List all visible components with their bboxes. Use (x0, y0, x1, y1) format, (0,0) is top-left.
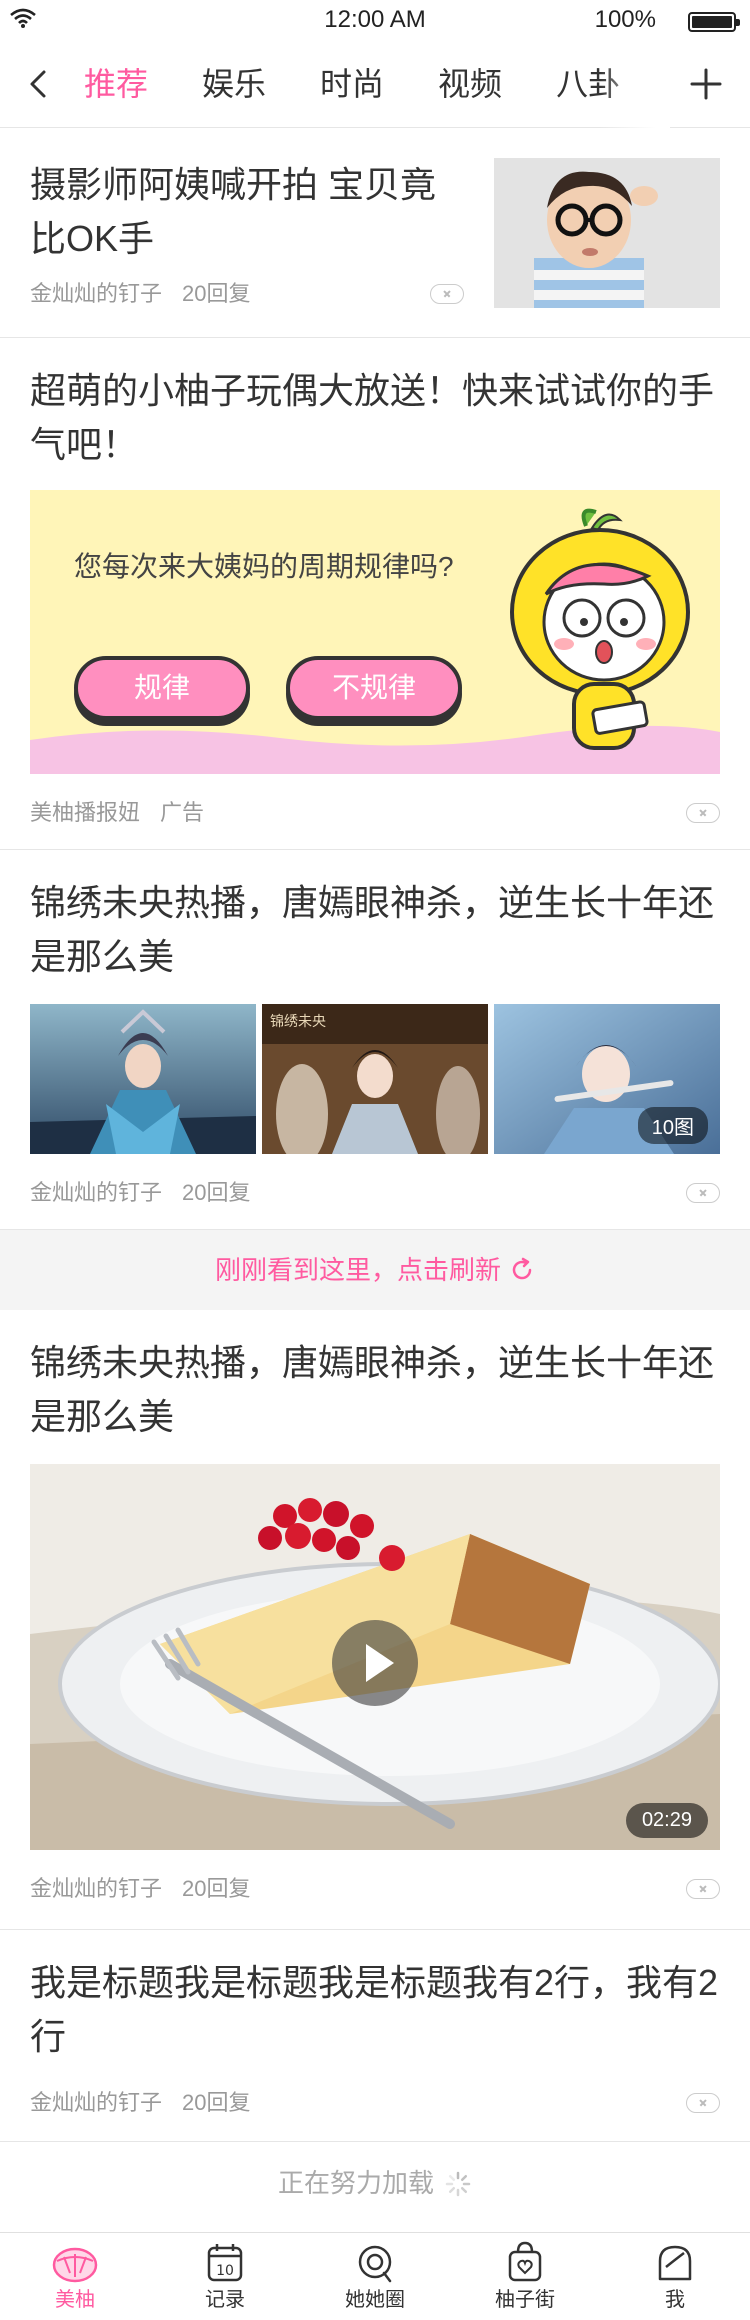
article-replies: 20回复 (182, 2090, 251, 2115)
tab-video[interactable]: 视频 (438, 40, 502, 128)
category-tabs: 推荐 娱乐 时尚 视频 八卦 (84, 40, 664, 128)
ad-question: 您每次来大姨妈的周期规律吗? (74, 551, 454, 582)
refresh-bar[interactable]: 刚刚看到这里，点击刷新 (0, 1230, 750, 1310)
article-replies: 20回复 (182, 281, 251, 306)
irregular-button[interactable]: 不规律 (286, 656, 462, 720)
bottom-tab-label: 柚子街 (495, 2289, 555, 2311)
dismiss-icon[interactable] (686, 1879, 720, 1899)
article-card[interactable]: 摄影师阿姨喊开拍 宝贝竟比OK手 金灿灿的钉子 20回复 (0, 128, 750, 338)
back-icon[interactable] (20, 62, 60, 106)
bottom-tab-label: 她她圈 (345, 2289, 405, 2311)
bottom-tab-shop[interactable]: 柚子街 (450, 2233, 600, 2320)
top-nav: 推荐 娱乐 时尚 视频 八卦 (0, 40, 750, 128)
svg-text:10: 10 (216, 2263, 234, 2279)
article-meta: 金灿灿的钉子 20回复 (30, 1154, 720, 1232)
meiyou-icon (52, 2247, 98, 2283)
add-channel-icon[interactable] (684, 62, 728, 106)
loading-indicator: 正在努力加载 (0, 2142, 750, 2224)
article-title: 摄影师阿姨喊开拍 宝贝竟比OK手 (30, 164, 437, 259)
pomelo-mascot-icon (510, 508, 690, 750)
tab-recommend[interactable]: 推荐 (84, 40, 148, 128)
battery-icon (688, 12, 740, 32)
video-article-card[interactable]: 锦绣未央热播，唐嫣眼神杀，逆生长十年还是那么美 02:29 金灿灿的钉子 20回… (0, 1310, 750, 1930)
feed: 摄影师阿姨喊开拍 宝贝竟比OK手 金灿灿的钉子 20回复 超萌的小柚子玩偶大放送！ (0, 128, 750, 2224)
bottom-tab-label: 记录 (205, 2289, 245, 2311)
svg-text:锦绣未央: 锦绣未央 (270, 1013, 326, 1030)
article-image-row: 锦绣未央 10图 (30, 1004, 720, 1154)
article-meta: 金灿灿的钉子 20回复 (30, 1850, 720, 1928)
tab-fashion[interactable]: 时尚 (320, 40, 384, 128)
bottom-tab-me[interactable]: 我 (600, 2233, 750, 2320)
image-count-badge: 10图 (637, 1107, 708, 1144)
article-replies: 20回复 (182, 1876, 251, 1901)
community-icon (358, 2245, 392, 2283)
video-duration: 02:29 (625, 1803, 708, 1838)
tabs-fade (600, 40, 670, 128)
article-card[interactable]: 我是标题我是标题我是标题我有2行，我有2行 金灿灿的钉子 20回复 (0, 1930, 750, 2142)
article-image: 锦绣未央 (262, 1004, 488, 1154)
dismiss-icon[interactable] (430, 284, 464, 304)
bottom-tab-bar: 美柚 10 记录 她她圈 柚子街 我 (0, 2232, 750, 2320)
bottom-tab-community[interactable]: 她她圈 (300, 2233, 450, 2320)
ad-card[interactable]: 超萌的小柚子玩偶大放送！快来试试你的手气吧！ 您每次来大姨妈的周期规律吗? 规律… (0, 338, 750, 850)
regular-button[interactable]: 规律 (74, 656, 250, 720)
article-author: 金灿灿的钉子 (30, 1180, 163, 1205)
loading-text: 正在努力加载 (277, 2168, 434, 2198)
ad-title: 超萌的小柚子玩偶大放送！快来试试你的手气吧！ (30, 370, 715, 465)
article-author: 金灿灿的钉子 (30, 2090, 163, 2115)
bottom-tab-label: 我 (665, 2289, 685, 2311)
article-image (30, 1004, 256, 1154)
dismiss-icon[interactable] (686, 803, 720, 823)
profile-icon (658, 2245, 692, 2281)
status-bar: 12:00 AM 100% (0, 0, 750, 40)
article-title: 锦绣未央热播，唐嫣眼神杀，逆生长十年还是那么美 (30, 882, 715, 977)
bottom-tab-record[interactable]: 10 记录 (150, 2233, 300, 2320)
shop-bag-icon (508, 2241, 542, 2282)
article-title: 锦绣未央热播，唐嫣眼神杀，逆生长十年还是那么美 (30, 1342, 715, 1437)
ad-source: 美柚播报妞 (30, 800, 141, 825)
article-meta: 金灿灿的钉子 20回复 (30, 255, 464, 333)
dismiss-icon[interactable] (686, 2093, 720, 2113)
article-author: 金灿灿的钉子 (30, 1876, 163, 1901)
article-thumbnail (494, 158, 720, 308)
spinner-icon (445, 2171, 471, 2197)
ad-label: 广告 (160, 800, 205, 825)
battery-percent: 100% (594, 6, 656, 33)
calendar-icon: 10 (207, 2244, 243, 2282)
ad-banner[interactable]: 您每次来大姨妈的周期规律吗? 规律 不规律 (30, 490, 720, 774)
tab-entertainment[interactable]: 娱乐 (202, 40, 266, 128)
ad-meta: 美柚播报妞 广告 (30, 774, 720, 852)
article-card[interactable]: 锦绣未央热播，唐嫣眼神杀，逆生长十年还是那么美 锦绣未央 10图 金灿灿的钉子 … (0, 850, 750, 1230)
article-meta: 金灿灿的钉子 20回复 (30, 2064, 720, 2142)
refresh-hint: 刚刚看到这里，点击刷新 (214, 1255, 501, 1285)
article-image: 10图 (494, 1004, 720, 1154)
video-thumbnail[interactable]: 02:29 (30, 1464, 720, 1850)
article-title: 我是标题我是标题我是标题我有2行，我有2行 (30, 1962, 719, 2057)
article-replies: 20回复 (182, 1180, 251, 1205)
refresh-icon (512, 1257, 532, 1280)
dismiss-icon[interactable] (686, 1183, 720, 1203)
play-icon[interactable] (332, 1620, 418, 1706)
bottom-tab-meiyou[interactable]: 美柚 (0, 2233, 150, 2320)
article-author: 金灿灿的钉子 (30, 281, 163, 306)
bottom-tab-label: 美柚 (55, 2289, 95, 2311)
